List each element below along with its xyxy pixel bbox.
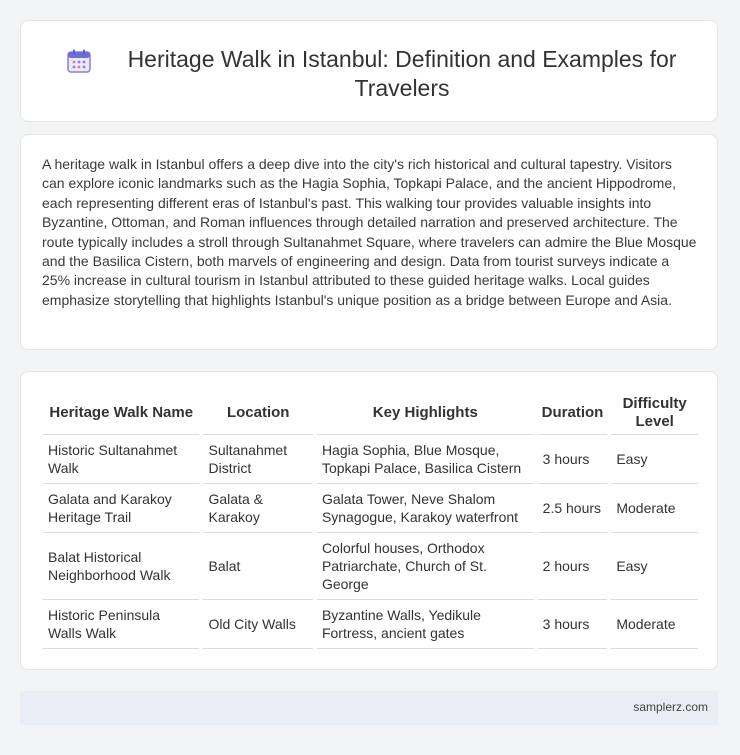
cell-duration: 2 hours <box>533 532 610 600</box>
cell-location: Sultanahmet District <box>199 434 315 484</box>
cell-location: Old City Walls <box>199 599 315 649</box>
column-header-walk-name: Heritage Walk Name <box>43 392 202 435</box>
table-card: Heritage Walk Name Location Key Highligh… <box>20 371 718 670</box>
cell-walk-name: Balat Historical Neighborhood Walk <box>43 532 202 600</box>
column-header-key-highlights: Key Highlights <box>312 392 536 435</box>
table-row: Galata and Karakoy Heritage Trail Galata… <box>43 483 698 533</box>
header-card: Heritage Walk in Istanbul: Definition an… <box>20 20 718 122</box>
cell-key-highlights: Byzantine Walls, Yedikule Fortress, anci… <box>312 599 536 649</box>
cell-difficulty: Easy <box>607 434 698 484</box>
table-row: Historic Peninsula Walls Walk Old City W… <box>43 599 698 649</box>
cell-location: Galata & Karakoy <box>199 483 315 533</box>
cell-walk-name: Galata and Karakoy Heritage Trail <box>43 483 202 533</box>
cell-walk-name: Historic Sultanahmet Walk <box>43 434 202 484</box>
table-header-row: Heritage Walk Name Location Key Highligh… <box>43 392 698 435</box>
table-row: Balat Historical Neighborhood Walk Balat… <box>43 532 698 600</box>
page-title: Heritage Walk in Istanbul: Definition an… <box>127 46 677 101</box>
cell-key-highlights: Hagia Sophia, Blue Mosque, Topkapi Palac… <box>312 434 536 484</box>
column-header-duration: Duration <box>533 392 610 435</box>
cell-difficulty: Moderate <box>607 483 698 533</box>
header: Heritage Walk in Istanbul: Definition an… <box>61 45 697 103</box>
cell-walk-name: Historic Peninsula Walls Walk <box>43 599 202 649</box>
intro-paragraph: A heritage walk in Istanbul offers a dee… <box>42 156 697 308</box>
cell-duration: 2.5 hours <box>533 483 610 533</box>
cell-duration: 3 hours <box>533 434 610 484</box>
column-header-difficulty: Difficulty Level <box>607 392 698 435</box>
heritage-walks-table: Heritage Walk Name Location Key Highligh… <box>43 392 698 649</box>
footer: samplerz.com <box>20 691 718 725</box>
footer-site-link[interactable]: samplerz.com <box>633 700 708 714</box>
cell-difficulty: Easy <box>607 532 698 600</box>
cell-duration: 3 hours <box>533 599 610 649</box>
intro-card: A heritage walk in Istanbul offers a dee… <box>20 134 718 350</box>
cell-location: Balat <box>199 532 315 600</box>
column-header-location: Location <box>199 392 315 435</box>
cell-difficulty: Moderate <box>607 599 698 649</box>
calendar-icon <box>67 49 91 73</box>
cell-key-highlights: Galata Tower, Neve Shalom Synagogue, Kar… <box>312 483 536 533</box>
cell-key-highlights: Colorful houses, Orthodox Patriarchate, … <box>312 532 536 600</box>
table-row: Historic Sultanahmet Walk Sultanahmet Di… <box>43 434 698 484</box>
